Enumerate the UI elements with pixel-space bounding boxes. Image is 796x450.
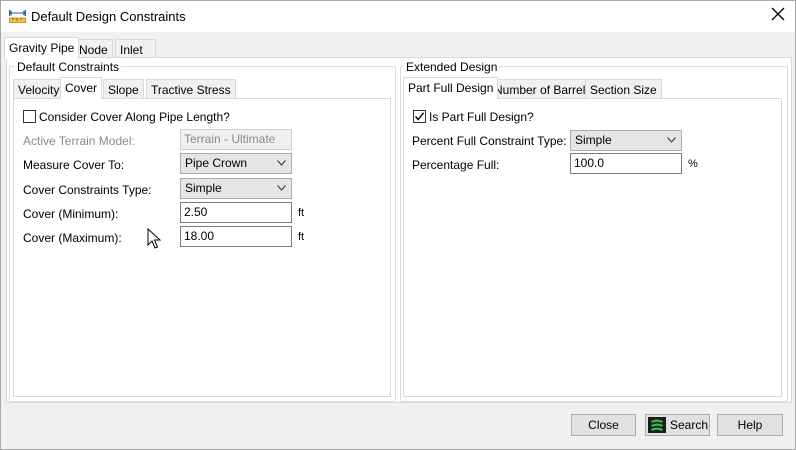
cover-minimum-input[interactable]: 2.50 xyxy=(180,202,292,223)
gravity-pipe-panel: Default Constraints Velocity Cover Slope… xyxy=(6,57,792,403)
chevron-down-icon xyxy=(277,185,286,191)
tab-part-full-design[interactable]: Part Full Design xyxy=(403,77,499,99)
tab-node[interactable]: Node xyxy=(74,39,113,59)
cover-panel: Consider Cover Along Pipe Length? Active… xyxy=(13,98,391,397)
cover-maximum-label: Cover (Maximum): xyxy=(23,231,122,245)
chevron-down-icon xyxy=(277,160,286,166)
cover-constraints-type-value: Simple xyxy=(185,181,222,195)
percentage-full-input[interactable]: 100.0 xyxy=(570,153,682,174)
close-button[interactable]: Close xyxy=(571,414,636,436)
search-icon xyxy=(648,417,666,433)
part-full-design-panel: Is Part Full Design? Percent Full Constr… xyxy=(403,98,782,397)
measure-cover-to-select[interactable]: Pipe Crown xyxy=(180,153,292,174)
tab-section-size[interactable]: Section Size xyxy=(585,79,662,99)
search-button-label: Search xyxy=(670,418,709,432)
extended-design-label: Extended Design xyxy=(404,60,500,74)
percent-full-constraint-type-select[interactable]: Simple xyxy=(570,130,682,151)
consider-cover-checkbox[interactable] xyxy=(23,110,36,123)
cover-minimum-unit: ft xyxy=(298,207,305,219)
window-title: Default Design Constraints xyxy=(31,9,186,24)
measure-cover-to-value: Pipe Crown xyxy=(185,156,248,170)
percent-full-constraint-type-label: Percent Full Constraint Type: xyxy=(412,134,567,148)
percent-full-constraint-type-value: Simple xyxy=(575,133,612,147)
percentage-full-label: Percentage Full: xyxy=(412,158,500,172)
tab-gravity-pipe[interactable]: Gravity Pipe xyxy=(4,37,80,59)
tab-cover[interactable]: Cover xyxy=(60,77,103,99)
is-part-full-checkbox[interactable] xyxy=(413,110,426,123)
tab-number-of-barrels[interactable]: Number of Barrels xyxy=(489,79,597,99)
mouse-cursor-icon xyxy=(147,228,161,249)
tab-tractive-stress[interactable]: Tractive Stress xyxy=(146,79,236,99)
checkmark-icon xyxy=(414,112,425,121)
search-button[interactable]: Search xyxy=(645,414,710,436)
tab-velocity[interactable]: Velocity xyxy=(13,79,65,99)
ruler-icon xyxy=(9,10,26,23)
cover-constraints-type-select[interactable]: Simple xyxy=(180,178,292,199)
percentage-full-unit: % xyxy=(688,158,698,170)
active-terrain-model-field: Terrain - Ultimate xyxy=(180,129,292,150)
measure-cover-to-label: Measure Cover To: xyxy=(23,158,125,172)
is-part-full-label: Is Part Full Design? xyxy=(429,110,534,124)
default-constraints-label: Default Constraints xyxy=(15,60,122,74)
cover-maximum-unit: ft xyxy=(298,231,305,243)
close-icon[interactable] xyxy=(769,7,787,25)
help-button[interactable]: Help xyxy=(717,414,783,436)
cover-constraints-type-label: Cover Constraints Type: xyxy=(23,183,152,197)
cover-minimum-label: Cover (Minimum): xyxy=(23,207,119,221)
active-terrain-model-label: Active Terrain Model: xyxy=(23,134,135,148)
tab-slope[interactable]: Slope xyxy=(103,79,144,99)
cover-maximum-input[interactable]: 18.00 xyxy=(180,226,292,247)
chevron-down-icon xyxy=(667,137,676,143)
dialog-window: Default Design Constraints Gravity Pipe … xyxy=(0,0,796,450)
title-bar: Default Design Constraints xyxy=(1,1,795,32)
consider-cover-label: Consider Cover Along Pipe Length? xyxy=(39,110,230,124)
tab-inlet[interactable]: Inlet xyxy=(115,39,156,59)
